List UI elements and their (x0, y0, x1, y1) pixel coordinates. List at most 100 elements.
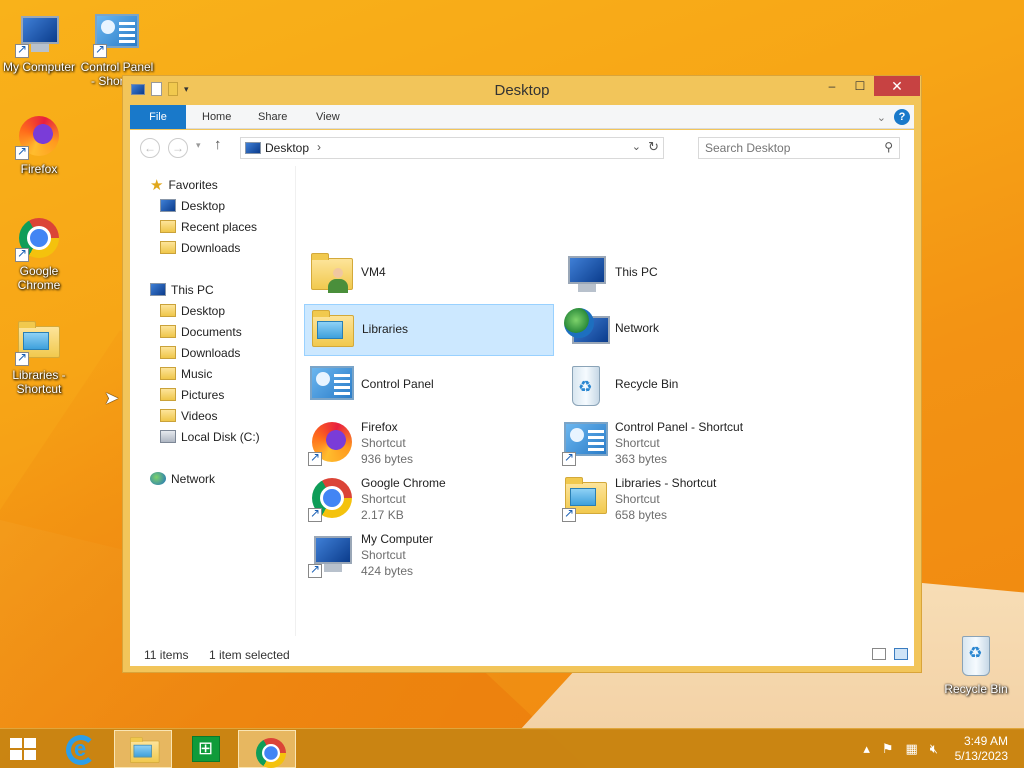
close-button[interactable]: ✕ (874, 76, 920, 96)
libraries-icon (562, 474, 610, 522)
tab-home[interactable]: Home (188, 105, 245, 129)
clock-time: 3:49 AM (963, 734, 1008, 748)
file-item-libraries-shortcut[interactable]: Libraries - Shortcut Shortcut 658 bytes (558, 472, 808, 524)
help-icon[interactable]: ? (894, 109, 910, 125)
search-box[interactable]: ⚲ (698, 137, 900, 159)
tab-file[interactable]: File (130, 105, 186, 129)
network-icon (562, 306, 610, 354)
content-area: ★ Favorites Desktop Recent places Downloa… (130, 166, 914, 666)
file-size: 363 bytes (615, 452, 668, 466)
show-hidden-icons-icon[interactable]: ▴ (863, 741, 870, 757)
taskbar-google-chrome[interactable] (238, 730, 296, 768)
large-icons-view-icon[interactable] (894, 648, 908, 660)
file-name: Network (615, 321, 660, 335)
clock[interactable]: 3:49 AM 5/13/2023 (955, 734, 1008, 764)
explorer-window: ▾ Desktop – ☐ ✕ File Home Share View ⌄ ?… (122, 75, 922, 673)
desktop-icon-google-chrome[interactable]: Google Chrome (0, 214, 78, 292)
file-item-firefox[interactable]: Firefox Shortcut 936 bytes (304, 416, 554, 468)
nav-this-pc-local-disk[interactable]: Local Disk (C:) (160, 428, 260, 446)
nav-this-pc-music[interactable]: Music (160, 365, 212, 383)
libraries-icon (309, 307, 357, 355)
chrome-icon (253, 735, 286, 768)
taskbar-internet-explorer[interactable] (52, 730, 110, 768)
volume-muted-icon[interactable]: 🔇︎ (930, 741, 938, 757)
recent-locations-icon[interactable]: ▾ (196, 140, 201, 151)
desktop-icon-recycle-bin[interactable]: Recycle Bin (936, 632, 1016, 696)
up-arrow-icon[interactable]: ↑ (214, 136, 222, 153)
address-location[interactable]: Desktop (265, 141, 309, 155)
maximize-button[interactable]: ☐ (846, 76, 874, 96)
search-input[interactable] (705, 139, 875, 157)
desktop-icon-firefox[interactable]: Firefox (0, 112, 78, 176)
nav-favorites-downloads[interactable]: Downloads (160, 239, 240, 257)
mouse-cursor-icon: ➤ (104, 388, 120, 408)
details-view-icon[interactable] (872, 648, 886, 660)
back-button[interactable]: ← (140, 138, 160, 158)
start-button[interactable] (0, 730, 48, 768)
nav-network[interactable]: Network (150, 470, 215, 488)
file-size: 424 bytes (361, 564, 414, 578)
file-item-this-pc[interactable]: This PC (558, 248, 808, 300)
computer-icon (150, 283, 166, 296)
minimize-button[interactable]: – (818, 76, 846, 96)
file-name: Control Panel (361, 377, 434, 391)
file-list: VM4 This PC Libraries Network Control Pa… (302, 166, 914, 636)
nav-favorites-recent-places[interactable]: Recent places (160, 218, 257, 236)
file-item-my-computer[interactable]: My Computer Shortcut 424 bytes (304, 528, 554, 580)
file-explorer-icon (128, 735, 162, 763)
internet-explorer-icon (66, 735, 96, 765)
tab-view[interactable]: View (302, 105, 354, 129)
star-icon: ★ (150, 177, 164, 194)
desktop-icon-label: Firefox (20, 162, 58, 176)
title-bar[interactable]: ▾ Desktop – ☐ ✕ (123, 76, 921, 104)
desktop-icon-label: Recycle Bin (944, 682, 1008, 696)
nav-favorites[interactable]: ★ Favorites (150, 176, 218, 194)
forward-button[interactable]: → (168, 138, 188, 158)
nav-this-pc-documents[interactable]: Documents (160, 323, 242, 341)
file-item-recycle-bin[interactable]: Recycle Bin (558, 360, 808, 412)
file-name: VM4 (361, 265, 386, 279)
folder-icon (160, 409, 176, 422)
tab-share[interactable]: Share (244, 105, 301, 129)
file-item-control-panel[interactable]: Control Panel (304, 360, 554, 412)
nav-this-pc-downloads[interactable]: Downloads (160, 344, 240, 362)
file-item-google-chrome[interactable]: Google Chrome Shortcut 2.17 KB (304, 472, 554, 524)
folder-icon (160, 325, 176, 338)
address-dropdown-icon[interactable]: ⌄ (632, 140, 641, 153)
nav-label: Desktop (181, 304, 226, 318)
selection-count: 1 item selected (209, 648, 290, 662)
breadcrumb-chevron-icon[interactable]: › (317, 140, 321, 154)
file-item-libraries[interactable]: Libraries (304, 304, 554, 356)
file-type: Shortcut (361, 548, 406, 562)
network-status-icon[interactable]: ▦ (906, 741, 918, 757)
expand-ribbon-icon[interactable]: ⌄ (877, 111, 886, 124)
windows-logo-icon (10, 738, 38, 762)
nav-this-pc[interactable]: This PC (150, 281, 214, 299)
file-size: 658 bytes (615, 508, 668, 522)
folder-icon (160, 388, 176, 401)
file-item-control-panel-shortcut[interactable]: Control Panel - Shortcut Shortcut 363 by… (558, 416, 808, 468)
downloads-folder-icon (160, 241, 176, 254)
nav-label: Favorites (168, 178, 218, 192)
desktop-icon-my-computer[interactable]: My Computer (0, 10, 78, 74)
window-controls: – ☐ ✕ (818, 76, 920, 96)
navigation-bar: ← → ▾ ↑ Desktop › ⌄ ↻ ⚲ (130, 130, 914, 166)
nav-this-pc-desktop[interactable]: Desktop (160, 302, 225, 320)
nav-this-pc-videos[interactable]: Videos (160, 407, 217, 425)
action-center-flag-icon[interactable]: ⚑ (882, 741, 894, 757)
nav-label: Desktop (181, 199, 226, 213)
file-name: This PC (615, 265, 658, 279)
nav-this-pc-pictures[interactable]: Pictures (160, 386, 224, 404)
taskbar-store[interactable] (176, 730, 234, 768)
file-name: Firefox (361, 420, 398, 434)
desktop-icon-libraries[interactable]: Libraries - Shortcut (0, 318, 78, 396)
taskbar-file-explorer[interactable] (114, 730, 172, 768)
nav-favorites-desktop[interactable]: Desktop (160, 197, 225, 215)
search-icon[interactable]: ⚲ (884, 140, 893, 154)
address-bar[interactable]: Desktop › ⌄ ↻ (240, 137, 664, 159)
control-panel-icon (93, 10, 141, 58)
refresh-icon[interactable]: ↻ (648, 139, 659, 155)
file-item-vm4[interactable]: VM4 (304, 248, 554, 300)
desktop-location-icon (245, 142, 261, 154)
file-item-network[interactable]: Network (558, 304, 808, 356)
